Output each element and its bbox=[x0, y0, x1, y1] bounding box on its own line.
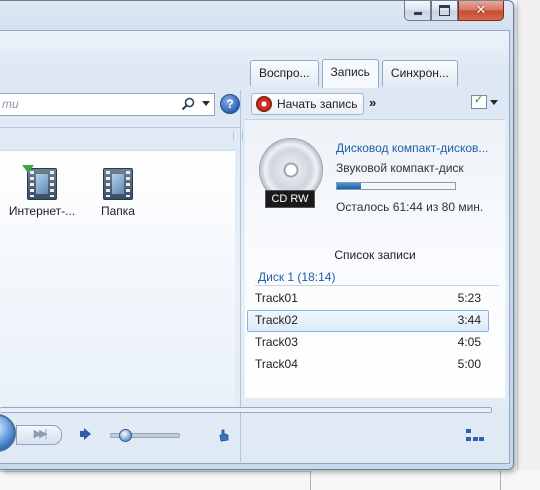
minimize-icon bbox=[413, 12, 422, 15]
close-button[interactable]: ✕ bbox=[458, 1, 504, 21]
list-item[interactable]: Track01 5:23 bbox=[247, 288, 489, 310]
drive-name-link[interactable]: Дисковод компакт-дисков... bbox=[336, 141, 488, 155]
disc-usage-bar bbox=[336, 182, 456, 190]
tab-play[interactable]: Воспро... bbox=[250, 60, 319, 86]
desktop-divider bbox=[310, 471, 311, 490]
chevron-down-icon[interactable] bbox=[202, 101, 210, 106]
maximize-button[interactable] bbox=[431, 1, 458, 21]
desktop-divider bbox=[0, 471, 312, 472]
volume-icon[interactable] bbox=[80, 431, 86, 437]
internet-video-icon bbox=[22, 165, 57, 200]
track-name: Track04 bbox=[255, 357, 298, 371]
burn-list-heading: Список записи bbox=[334, 248, 416, 262]
desktop-divider bbox=[500, 471, 501, 490]
track-length: 5:00 bbox=[457, 357, 481, 371]
volume-slider-thumb[interactable] bbox=[118, 429, 132, 442]
disc-label: CD RW bbox=[265, 190, 315, 208]
library-item-internet[interactable]: Интернет-... bbox=[2, 165, 82, 218]
volume-slider[interactable] bbox=[110, 429, 180, 442]
track-name: Track02 bbox=[255, 313, 298, 327]
search-placeholder: ти bbox=[2, 97, 19, 111]
search-box[interactable]: ти bbox=[0, 93, 215, 116]
burn-options-icon[interactable] bbox=[471, 93, 487, 109]
track-length: 5:23 bbox=[457, 291, 481, 305]
track-name: Track03 bbox=[255, 335, 298, 349]
start-burn-button[interactable]: Начать запись bbox=[251, 93, 365, 115]
play-button[interactable] bbox=[0, 414, 16, 452]
help-icon[interactable]: ? bbox=[220, 94, 240, 114]
playback-controls: ▶▶| bbox=[0, 404, 509, 460]
tab-bar: Воспро... Запись Синхрон... bbox=[250, 59, 461, 88]
mute-hand-icon[interactable] bbox=[217, 428, 231, 442]
switch-to-now-playing-icon[interactable] bbox=[466, 429, 484, 443]
search-icon[interactable] bbox=[180, 96, 196, 112]
tab-burn[interactable]: Запись bbox=[321, 59, 379, 88]
more-commands-icon[interactable]: » bbox=[369, 95, 376, 110]
burn-toolbar: Начать запись » bbox=[249, 93, 503, 115]
track-list: Track01 5:23 Track02 3:44 Track03 4:05 T… bbox=[247, 288, 489, 376]
group-divider bbox=[255, 285, 499, 286]
toolbar-divider bbox=[0, 127, 240, 128]
track-length: 3:44 bbox=[457, 313, 481, 327]
list-item[interactable]: Track03 4:05 bbox=[247, 332, 489, 354]
disc-type: Звуковой компакт-диск bbox=[336, 161, 464, 175]
desktop-background bbox=[517, 0, 540, 490]
library-item-label: Папка bbox=[101, 204, 135, 218]
library-item-folder[interactable]: Папка bbox=[78, 168, 158, 218]
scrollbar[interactable] bbox=[233, 131, 243, 141]
burn-list-pane: CD RW Дисковод компакт-дисков... Звуково… bbox=[245, 119, 505, 398]
folder-video-icon bbox=[103, 168, 133, 200]
close-icon: ✕ bbox=[475, 3, 487, 18]
start-burn-label: Начать запись bbox=[277, 97, 358, 111]
disc-usage-fill bbox=[337, 183, 361, 189]
track-length: 4:05 bbox=[457, 335, 481, 349]
track-name: Track01 bbox=[255, 291, 298, 305]
tab-sync[interactable]: Синхрон... bbox=[381, 60, 458, 86]
caption-buttons: ✕ bbox=[404, 1, 504, 21]
remaining-time: Осталось 61:44 из 80 мин. bbox=[336, 200, 484, 214]
list-item[interactable]: Track04 5:00 bbox=[247, 354, 489, 376]
disc-group-header[interactable]: Диск 1 (18:14) bbox=[258, 270, 335, 284]
seek-bar[interactable] bbox=[0, 407, 492, 413]
chevron-down-icon[interactable] bbox=[490, 100, 498, 105]
burn-icon bbox=[256, 96, 272, 112]
library-item-label: Интернет-... bbox=[8, 204, 76, 218]
minimize-button[interactable] bbox=[404, 1, 431, 21]
list-item[interactable]: Track02 3:44 bbox=[247, 310, 489, 332]
next-button[interactable]: ▶▶| bbox=[16, 425, 62, 445]
maximize-icon bbox=[439, 5, 450, 16]
desktop-strip bbox=[0, 470, 540, 490]
